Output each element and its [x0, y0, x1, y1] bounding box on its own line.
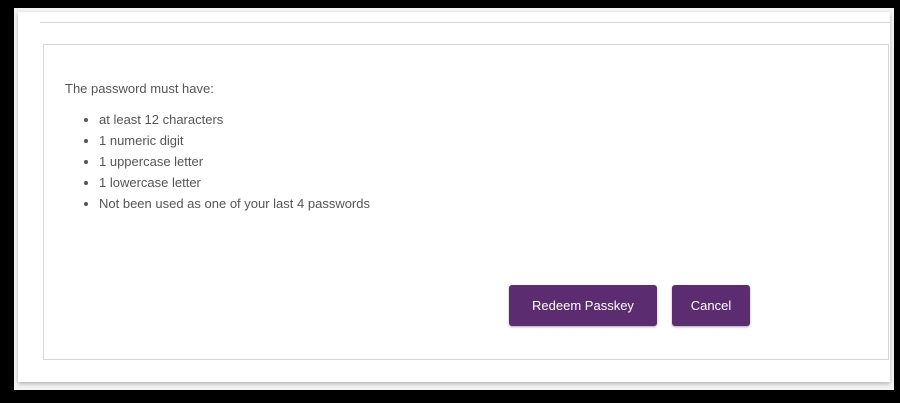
requirement-uppercase: 1 uppercase letter	[99, 151, 370, 172]
requirements-intro: The password must have:	[65, 81, 214, 96]
requirement-password-history: Not been used as one of your last 4 pass…	[99, 193, 370, 214]
requirement-lowercase: 1 lowercase letter	[99, 172, 370, 193]
requirements-list: at least 12 characters 1 numeric digit 1…	[82, 109, 370, 214]
dialog-card: The password must have: at least 12 char…	[18, 12, 890, 382]
requirement-numeric-digit: 1 numeric digit	[99, 130, 370, 151]
password-requirements-panel: The password must have: at least 12 char…	[43, 44, 889, 360]
redeem-passkey-button[interactable]: Redeem Passkey	[509, 285, 657, 326]
cancel-button[interactable]: Cancel	[672, 285, 750, 326]
requirement-min-length: at least 12 characters	[99, 109, 370, 130]
divider	[40, 22, 890, 23]
screenshot-frame: The password must have: at least 12 char…	[14, 8, 894, 390]
